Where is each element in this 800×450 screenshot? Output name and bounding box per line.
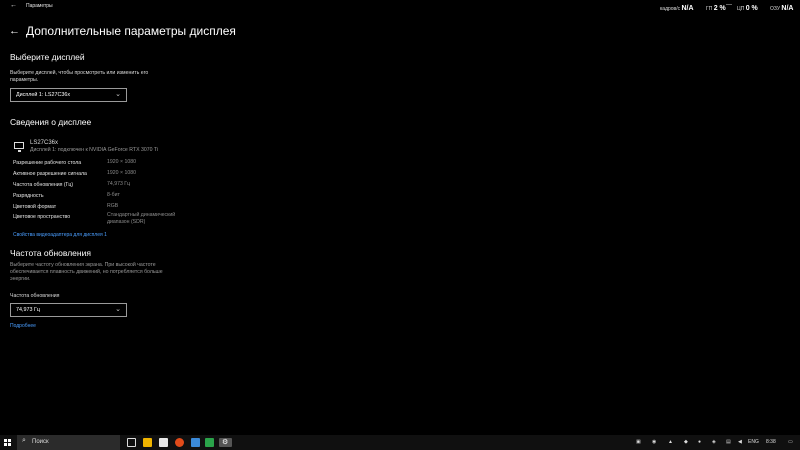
- store-icon[interactable]: [159, 438, 168, 447]
- page-title: Дополнительные параметры дисплея: [26, 24, 236, 38]
- overlay-ram: ОЗУ N/A: [770, 5, 793, 12]
- info-value-line: диапазон (SDR): [107, 219, 146, 225]
- fps-value: N/A: [681, 5, 694, 12]
- refresh-description-line: Выберите частоту обновления экрана. При …: [10, 262, 156, 268]
- file-explorer-icon[interactable]: [143, 438, 152, 447]
- monitor-name: LS27C36x: [30, 140, 59, 146]
- fps-label: кадров/с: [660, 6, 681, 12]
- monitor-icon: [14, 142, 24, 152]
- task-view-icon[interactable]: [127, 438, 136, 447]
- network-icon[interactable]: ▤: [726, 439, 731, 445]
- ram-value: N/A: [781, 5, 794, 12]
- overlay-fps: кадров/с N/A: [660, 5, 694, 12]
- overlay-gpu: ГП 2 %: [706, 5, 726, 12]
- cpu-value: 0 %: [745, 5, 758, 12]
- info-label: Разрядность: [13, 193, 44, 199]
- select-display-description: Выберите дисплей, чтобы просмотреть или …: [10, 70, 148, 84]
- info-value: 8-бит: [107, 192, 120, 198]
- select-display-description-line: параметры.: [10, 77, 39, 83]
- language-indicator[interactable]: ENG: [748, 439, 759, 445]
- minimize-icon[interactable]: —: [726, 2, 732, 8]
- search-icon: ⌕: [22, 437, 26, 444]
- select-display-heading: Выберите дисплей: [10, 52, 85, 62]
- search-placeholder: Поиск: [32, 439, 49, 445]
- info-label: Цветовой формат: [13, 204, 57, 210]
- steam-icon[interactable]: ●: [698, 439, 701, 445]
- gpu-value: 2 %: [713, 5, 726, 12]
- select-display-description-line: Выберите дисплей, чтобы просмотреть или …: [10, 70, 149, 76]
- refresh-rate-description: Выберите частоту обновления экрана. При …: [10, 262, 163, 283]
- info-label: Частота обновления (Гц): [13, 182, 74, 188]
- tray-icon[interactable]: ▣: [636, 439, 641, 445]
- info-value: 1920 × 1080: [107, 159, 136, 165]
- info-label: Активное разрешение сигнала: [13, 171, 87, 177]
- tray-icon[interactable]: ◉: [652, 439, 656, 445]
- refresh-rate-field-label: Частота обновления: [10, 293, 60, 299]
- monitor-subtitle: Дисплей 1: подключен к NVIDIA GeForce RT…: [30, 147, 158, 153]
- info-value: Стандартный динамический диапазон (SDR): [107, 212, 175, 226]
- tray-icon[interactable]: ◆: [684, 439, 688, 445]
- info-label: Цветовое пространство: [13, 214, 71, 220]
- cpu-label: ЦП: [737, 6, 745, 12]
- app-icon[interactable]: [205, 438, 214, 447]
- info-value-line: Стандартный динамический: [107, 212, 176, 218]
- taskbar-search-box[interactable]: ⌕ Поиск: [17, 435, 120, 450]
- clock[interactable]: 8:38: [766, 439, 776, 445]
- chevron-down-icon: ⌄: [115, 91, 121, 98]
- settings-taskbar-icon[interactable]: ⚙: [219, 438, 232, 447]
- refresh-description-line: обеспечивается плавность движений, но по…: [10, 269, 163, 275]
- refresh-rate-value: 74,973 Гц: [16, 307, 40, 313]
- ram-label: ОЗУ: [770, 6, 781, 12]
- notifications-icon[interactable]: ▭: [788, 439, 793, 445]
- display-select-value: Дисплей 1: LS27C36x: [16, 92, 71, 98]
- refresh-description-line: энергии.: [10, 276, 31, 282]
- refresh-rate-dropdown[interactable]: 74,973 Гц ⌄: [10, 303, 127, 317]
- info-value: RGB: [107, 203, 119, 209]
- display-info-heading: Сведения о дисплее: [10, 117, 92, 127]
- volume-icon[interactable]: ◀: [738, 439, 742, 445]
- tray-icon[interactable]: ◈: [712, 439, 716, 445]
- info-value: 74,973 Гц: [107, 181, 131, 187]
- tray-icon[interactable]: ▲: [668, 439, 673, 445]
- refresh-rate-heading: Частота обновления: [10, 248, 91, 258]
- app-icon[interactable]: [191, 438, 200, 447]
- windows-start-icon[interactable]: [4, 439, 11, 446]
- chevron-down-icon: ⌄: [115, 306, 121, 313]
- taskbar: ⌕ Поиск ⚙ ▣ ◉ ▲ ◆ ● ◈ ▤ ◀ ENG 8:38 ▭: [0, 435, 800, 450]
- adapter-properties-link[interactable]: Свойства видеоадаптера для дисплея 1: [13, 232, 107, 238]
- learn-more-link[interactable]: Подробнее: [10, 323, 36, 329]
- overlay-cpu: ЦП 0 %: [737, 5, 758, 12]
- app-title: Параметры: [26, 3, 53, 9]
- titlebar-back-icon[interactable]: ←: [10, 2, 17, 9]
- info-label: Разрешение рабочего стола: [13, 160, 82, 166]
- display-select-dropdown[interactable]: Дисплей 1: LS27C36x ⌄: [10, 88, 127, 102]
- back-arrow-icon[interactable]: ←: [9, 25, 20, 37]
- gpu-label: ГП: [706, 6, 713, 12]
- browser-icon[interactable]: [175, 438, 184, 447]
- info-value: 1920 × 1080: [107, 170, 136, 176]
